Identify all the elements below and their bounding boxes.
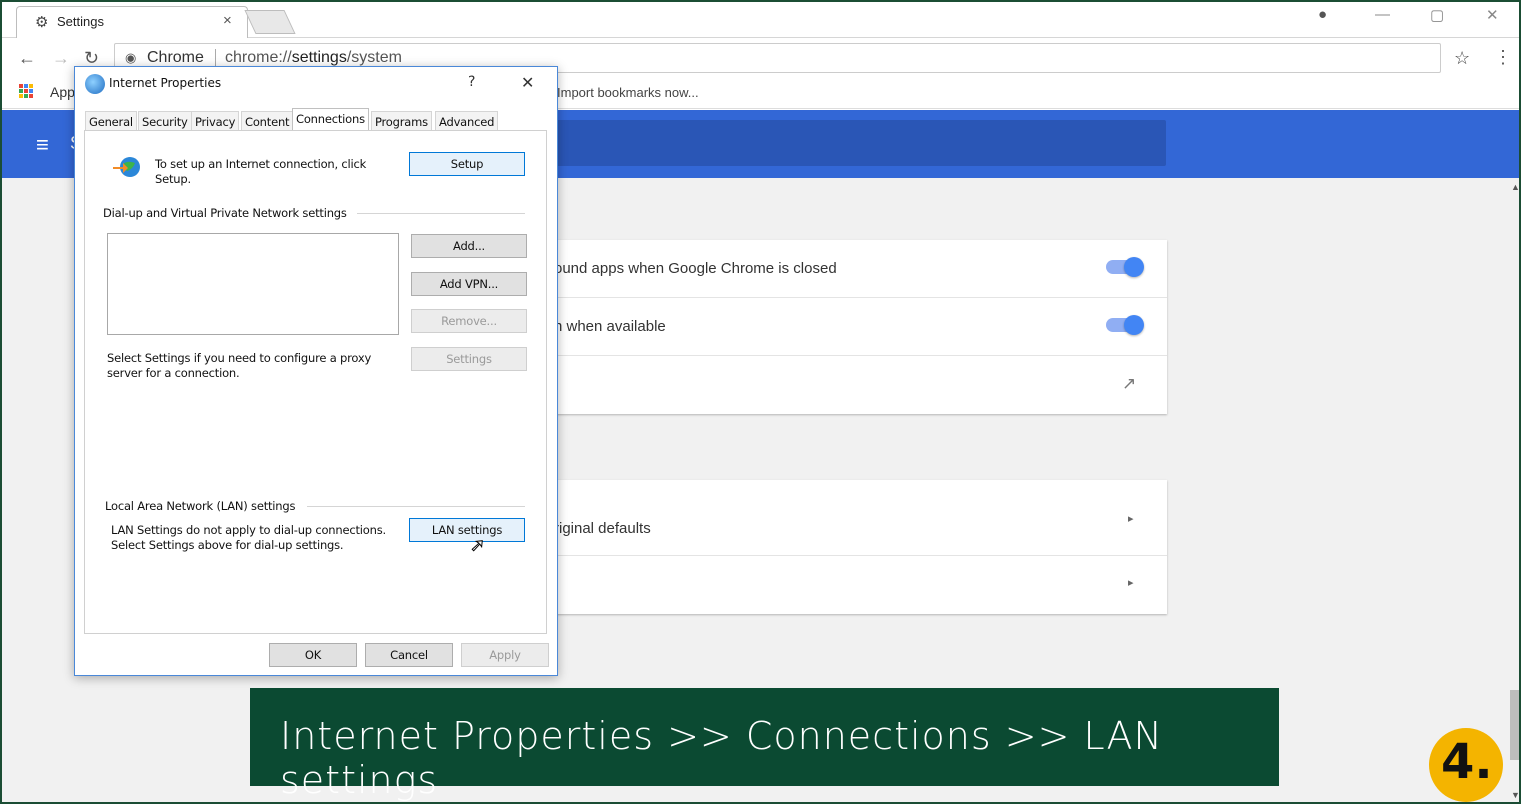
tab-advanced[interactable]: Advanced bbox=[435, 111, 499, 131]
system-settings-card: ound apps when Google Chrome is closed n… bbox=[554, 240, 1167, 414]
lan-settings-button[interactable]: LAN settings bbox=[409, 518, 525, 542]
hamburger-menu-icon[interactable]: ≡ bbox=[36, 132, 49, 158]
new-tab-button[interactable] bbox=[244, 10, 296, 34]
tab-title: Settings bbox=[57, 14, 104, 29]
reset-settings-card: riginal defaults ▸ ▸ bbox=[554, 480, 1167, 614]
restore-icon[interactable]: ▢ bbox=[1430, 6, 1444, 24]
screenshot-frame: ⚙ Settings × ● — ▢ ✕ ← → ↻ ◉ Chrome chro… bbox=[0, 0, 1521, 804]
connections-tab-panel: To set up an Internet connection, click … bbox=[84, 130, 547, 634]
scroll-thumb[interactable] bbox=[1510, 690, 1519, 760]
mouse-pointer-icon: ➚ bbox=[469, 535, 486, 556]
internet-globe-icon bbox=[85, 74, 105, 94]
caption-text: Internet Properties >> Connections >> LA… bbox=[280, 714, 1163, 802]
ok-button[interactable]: OK bbox=[269, 643, 357, 667]
setting-row-background-apps[interactable]: ound apps when Google Chrome is closed bbox=[554, 240, 1167, 298]
connections-listbox[interactable] bbox=[107, 233, 399, 335]
internet-properties-dialog: Internet Properties ? ✕ General Security… bbox=[74, 66, 558, 676]
settings-search-bar[interactable] bbox=[554, 120, 1166, 166]
lan-group-label: Local Area Network (LAN) settings bbox=[105, 499, 296, 513]
tab-privacy[interactable]: Privacy bbox=[191, 111, 240, 131]
lan-description: LAN Settings do not apply to dial-up con… bbox=[111, 523, 386, 552]
omnibox-site-label: Chrome bbox=[147, 49, 204, 66]
setting-label: riginal defaults bbox=[554, 520, 651, 537]
setting-row-cleanup[interactable]: ▸ bbox=[554, 556, 1167, 614]
chrome-menu-icon[interactable]: ⋮ bbox=[1494, 47, 1512, 68]
omnibox-separator bbox=[215, 49, 216, 67]
toggle-switch[interactable] bbox=[1106, 315, 1144, 335]
tab-general[interactable]: General bbox=[85, 111, 137, 131]
proxy-description: Select Settings if you need to configure… bbox=[107, 351, 372, 380]
bookmark-star-icon[interactable]: ☆ bbox=[1454, 48, 1470, 69]
step-number: 4. bbox=[1441, 734, 1493, 790]
forward-arrow-icon[interactable]: → bbox=[52, 48, 70, 69]
close-tab-icon[interactable]: × bbox=[223, 12, 232, 29]
remove-button[interactable]: Remove... bbox=[411, 309, 527, 333]
external-link-icon[interactable]: ↗ bbox=[1122, 374, 1136, 394]
toggle-switch[interactable] bbox=[1106, 257, 1144, 277]
toggle-knob bbox=[1124, 315, 1144, 335]
scroll-up-icon[interactable]: ▲ bbox=[1511, 182, 1519, 192]
back-arrow-icon[interactable]: ← bbox=[18, 48, 36, 69]
setup-button[interactable]: Setup bbox=[409, 152, 525, 176]
instruction-caption: Internet Properties >> Connections >> LA… bbox=[250, 688, 1279, 802]
setting-row-hardware-acceleration[interactable]: n when available bbox=[554, 298, 1167, 356]
tab-security[interactable]: Security bbox=[138, 111, 192, 131]
setting-label: n when available bbox=[554, 318, 666, 335]
tab-connections[interactable]: Connections bbox=[292, 108, 369, 132]
add-vpn-button[interactable]: Add VPN... bbox=[411, 272, 527, 296]
chrome-icon: ◉ bbox=[125, 50, 137, 65]
window-close-icon[interactable]: ✕ bbox=[1486, 6, 1499, 24]
setting-row-restore-defaults[interactable]: riginal defaults ▸ bbox=[554, 480, 1167, 556]
page-scrollbar[interactable]: ▲ ▼ bbox=[1508, 178, 1519, 802]
toggle-knob bbox=[1124, 257, 1144, 277]
import-bookmarks-link[interactable]: Import bookmarks now... bbox=[557, 85, 699, 100]
network-globe-icon bbox=[113, 157, 140, 177]
help-button[interactable]: ? bbox=[468, 74, 475, 90]
step-number-badge: 4. bbox=[1429, 728, 1503, 802]
add-button[interactable]: Add... bbox=[411, 234, 527, 258]
settings-button[interactable]: Settings bbox=[411, 347, 527, 371]
setting-row-proxy-settings[interactable]: ↗ bbox=[554, 356, 1167, 414]
omnibox-url: chrome://settings/system bbox=[225, 49, 402, 66]
setting-label: ound apps when Google Chrome is closed bbox=[554, 260, 837, 277]
browser-tab-settings[interactable]: ⚙ Settings × bbox=[16, 6, 248, 38]
scroll-down-icon[interactable]: ▼ bbox=[1511, 790, 1519, 800]
tab-programs[interactable]: Programs bbox=[371, 111, 432, 131]
dialog-close-button[interactable]: ✕ bbox=[521, 73, 534, 92]
browser-tab-strip: ⚙ Settings × ● — ▢ ✕ bbox=[2, 2, 1519, 38]
setup-description: To set up an Internet connection, click … bbox=[155, 157, 367, 186]
group-divider bbox=[357, 213, 525, 214]
group-divider bbox=[307, 506, 525, 507]
dialog-title: Internet Properties bbox=[109, 76, 222, 90]
gear-icon: ⚙ bbox=[35, 14, 49, 31]
cancel-button[interactable]: Cancel bbox=[365, 643, 453, 667]
tab-content[interactable]: Content bbox=[241, 111, 294, 131]
apply-button[interactable]: Apply bbox=[461, 643, 549, 667]
chevron-right-icon[interactable]: ▸ bbox=[1128, 512, 1134, 525]
apps-grid-icon[interactable] bbox=[19, 84, 33, 98]
dialup-group-label: Dial-up and Virtual Private Network sett… bbox=[103, 206, 347, 220]
minimize-icon[interactable]: — bbox=[1375, 6, 1390, 23]
profile-icon[interactable]: ● bbox=[1318, 6, 1327, 23]
chevron-right-icon[interactable]: ▸ bbox=[1128, 576, 1134, 589]
